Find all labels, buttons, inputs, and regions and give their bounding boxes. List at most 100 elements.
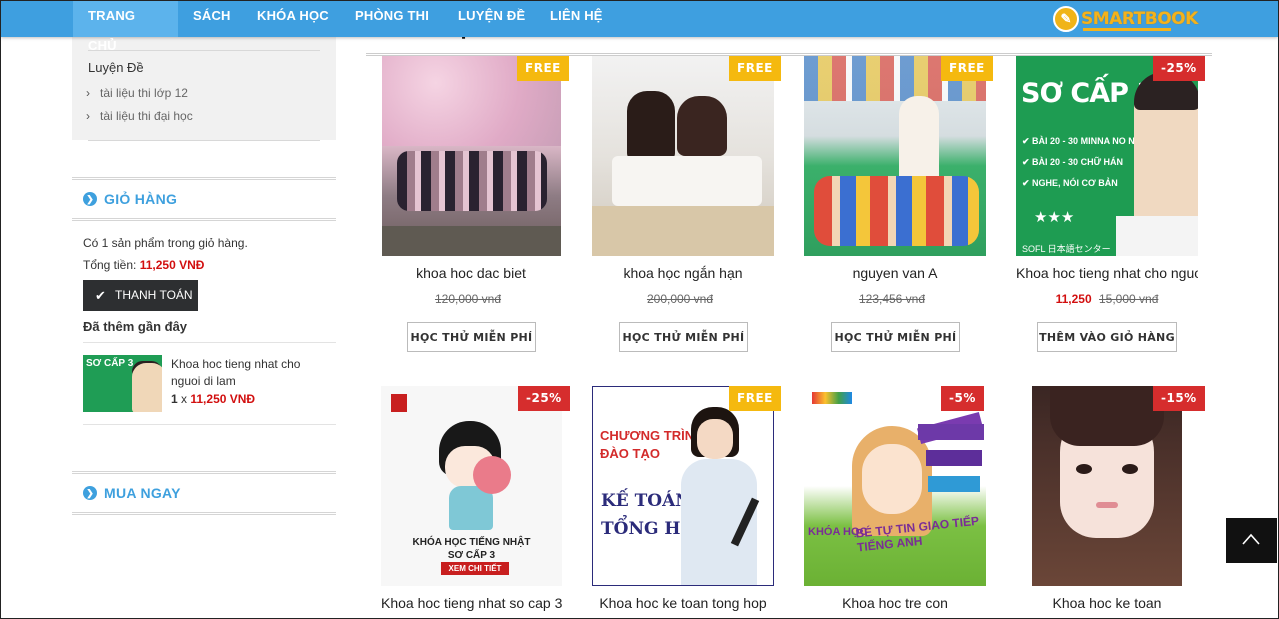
product-image[interactable]: KHÓA HỌC BÉ TỰ TIN GIAO TIẾP TIẾNG ANH (804, 386, 986, 586)
logo-underline (1083, 28, 1171, 31)
recent-item-thumbnail[interactable]: SƠ CẤP 3 (83, 355, 162, 412)
product-image[interactable]: SƠ CẤP 3 ✔ BÀI 20 - 30 MINNA NO NIHONGO … (1016, 56, 1198, 256)
cart-summary: Có 1 sản phẩm trong giỏ hàng. (83, 236, 248, 250)
product-price: 11,250 15,000 vnđ (1007, 292, 1207, 306)
category-link-lop-12[interactable]: › tài liệu thi lớp 12 (86, 86, 188, 100)
speech-tag (926, 450, 982, 466)
cart-total-label: Tổng tiền: (83, 258, 137, 272)
product-image[interactable] (804, 56, 986, 256)
category-link-label: tài liệu thi đại học (100, 109, 193, 123)
cart-total-value: 11,250 VNĐ (139, 258, 205, 272)
view-detail-label: XEM CHI TIẾT (441, 562, 509, 575)
category-link-label: tài liệu thi lớp 12 (100, 86, 188, 100)
recent-qty-value: 1 (171, 392, 178, 406)
students-body (612, 156, 762, 206)
nav-item-trang-chu[interactable]: TRANG CHỦ (73, 1, 178, 53)
product-badge: -25% (518, 386, 570, 411)
trial-button[interactable]: HỌC THỬ MIỄN PHÍ (407, 322, 536, 352)
girl-eye (1076, 464, 1092, 474)
product-image[interactable] (382, 56, 561, 256)
product-badge: -5% (941, 386, 984, 411)
top-navbar: TRANG CHỦ SÁCH KHÓA HỌC PHÒNG THI LUYỆN … (1, 1, 1278, 53)
divider (88, 140, 320, 141)
product-image[interactable] (1032, 386, 1182, 586)
add-to-cart-button[interactable]: THÊM VÀO GIỎ HÀNG (1037, 322, 1177, 352)
people-group (397, 151, 547, 211)
product-old-price: 15,000 vnđ (1099, 292, 1159, 306)
product-name[interactable]: Khoa hoc tre con (795, 595, 995, 611)
thumb-footer: SOFL 日本語センター (1022, 244, 1111, 254)
girl-mouth (1096, 502, 1118, 508)
recent-qty-times: x (181, 392, 188, 406)
chevron-right-icon: › (86, 109, 90, 123)
student-hair (677, 96, 727, 156)
children-group (814, 176, 979, 246)
cart-section-header: ❯ GIỎ HÀNG (72, 177, 336, 221)
product-badge: FREE (517, 56, 569, 81)
trial-button[interactable]: HỌC THỬ MIỄN PHÍ (619, 322, 748, 352)
product-price: 123,456 vnđ (792, 292, 992, 306)
girl-bangs (1050, 386, 1164, 446)
nav-item-lien-he[interactable]: LIÊN HỆ (535, 1, 618, 37)
product-name[interactable]: Khoa hoc tieng nhat cho nguoi di lam (1016, 265, 1198, 281)
thumb-text: SƠ CẤP 3 (86, 358, 134, 369)
smartbook-logo[interactable]: ✎ SMARTBOOK (1053, 4, 1198, 34)
product-image[interactable]: CHƯƠNG TRÌNH ĐÀO TẠO KẾ TOÁN TỔNG HỢP (592, 386, 774, 586)
buy-title[interactable]: MUA NGAY (104, 485, 181, 501)
category-title[interactable]: Luyện Đề (88, 60, 144, 75)
divider (83, 342, 336, 343)
thumb-figure (132, 363, 162, 412)
recent-item-qty: 1 x 11,250 VNĐ (171, 392, 255, 406)
cart-total: Tổng tiền: 11,250 VNĐ (83, 258, 204, 272)
woman-face (697, 419, 733, 459)
nav-item-phong-thi[interactable]: PHÒNG THI (340, 1, 444, 37)
nav-item-luyen-de[interactable]: LUYỆN ĐỀ (443, 1, 540, 37)
checkout-button[interactable]: ✔ THANH TOÁN (83, 280, 198, 311)
thumb-line: SƠ CẤP 3 (447, 550, 496, 561)
paper (1116, 216, 1198, 256)
category-link-dai-hoc[interactable]: › tài liệu thi đại học (86, 109, 193, 123)
buy-section-header: ❯ MUA NGAY (72, 471, 336, 515)
page: TRANG CHỦ SÁCH KHÓA HỌC PHÒNG THI LUYỆN … (0, 0, 1279, 619)
thumb-line: KHÓA HỌC TIẾNG NHẬT (412, 537, 531, 548)
divider (83, 424, 336, 425)
product-old-price: 120,000 vnđ (434, 292, 502, 306)
check-icon: ✔ (95, 288, 106, 303)
thumb-line: CHƯƠNG TRÌNH (600, 428, 704, 443)
product-image[interactable]: KHÓA HỌC TIẾNG NHẬT SƠ CẤP 3 XEM CHI TIẾ… (381, 386, 562, 586)
recent-title: Đã thêm gần đây (83, 319, 188, 334)
product-name[interactable]: nguyen van A (795, 265, 995, 281)
stars-icon: ★★★ (1034, 209, 1075, 226)
product-name[interactable]: khoa hoc dac biet (371, 265, 571, 281)
thumb-heading: CHƯƠNG TRÌNH ĐÀO TẠO (600, 427, 703, 463)
product-image[interactable] (592, 56, 774, 256)
product-price: 200,000 vnđ (580, 292, 780, 306)
back-to-top-button[interactable] (1226, 518, 1277, 563)
speech-tag (928, 476, 980, 492)
thumb-line: ĐÀO TẠO (600, 446, 660, 461)
product-name[interactable]: khoa học ngắn hạn (583, 265, 783, 281)
chevron-circle-right-icon: ❯ (83, 192, 97, 206)
student-hair (627, 91, 675, 161)
chevron-circle-right-icon: ❯ (83, 486, 97, 500)
product-badge: FREE (941, 56, 993, 81)
product-name[interactable]: Khoa hoc ke toan tong hop (583, 595, 783, 611)
nav-item-sach[interactable]: SÁCH (178, 1, 246, 37)
product-badge: FREE (729, 386, 781, 411)
speech-tag (918, 424, 984, 440)
doll-fan (473, 456, 511, 494)
chevron-up-icon (1242, 533, 1260, 545)
nav-item-khoa-hoc[interactable]: KHÓA HỌC (242, 1, 344, 37)
recent-item-name[interactable]: Khoa hoc tieng nhat cho nguoi di lam (171, 356, 321, 390)
product-price: 120,000 vnđ (368, 292, 568, 306)
trial-button[interactable]: HỌC THỬ MIỄN PHÍ (831, 322, 960, 352)
girl-eye (1122, 464, 1138, 474)
books-table (592, 206, 774, 256)
product-name[interactable]: Khoa hoc ke toan (1007, 595, 1207, 611)
product-badge: -15% (1153, 386, 1205, 411)
product-name[interactable]: Khoa hoc tieng nhat so cap 3 (381, 595, 562, 611)
brand-icon (391, 394, 407, 412)
thumb-caption: KHÓA HỌC TIẾNG NHẬT SƠ CẤP 3 (381, 536, 562, 562)
product-old-price: 123,456 vnđ (858, 292, 926, 306)
logo-text: SMARTBOOK (1081, 9, 1198, 29)
